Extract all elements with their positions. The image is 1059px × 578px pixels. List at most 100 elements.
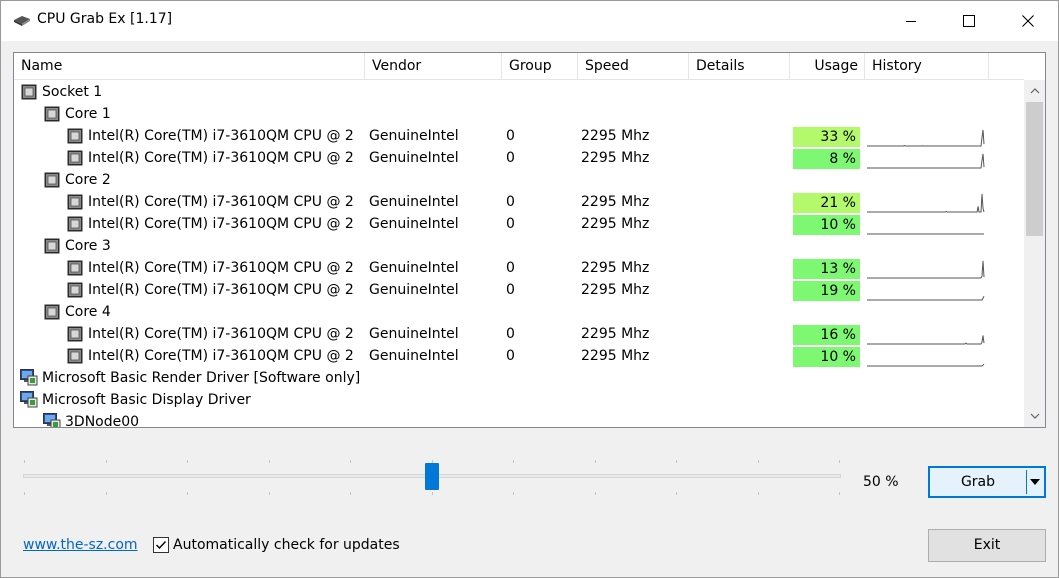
website-link[interactable]: www.the-sz.com: [23, 537, 138, 553]
usage-cell: 21 %: [793, 193, 860, 213]
usage-cell: 8 %: [793, 149, 860, 169]
tree-row[interactable]: Core 1: [14, 103, 1024, 125]
history-line: [867, 335, 985, 345]
split-divider: [1026, 470, 1027, 494]
history-sparkline: [867, 233, 984, 235]
list-header: Name Vendor Group Speed Details Usage Hi…: [14, 53, 1024, 80]
grab-split-button[interactable]: Grab: [928, 466, 1046, 498]
tree-row[interactable]: Core 3: [14, 235, 1024, 257]
exit-button[interactable]: Exit: [928, 529, 1046, 562]
slider-tick: [350, 492, 351, 495]
history-sparkline: [867, 129, 985, 147]
vertical-scrollbar[interactable]: [1024, 80, 1045, 427]
column-header-history[interactable]: History: [865, 53, 989, 79]
slider-tick: [839, 492, 840, 495]
slider-tick: [676, 460, 677, 463]
row-speed: 2295 Mhz: [581, 260, 650, 276]
auto-update-label[interactable]: Automatically check for updates: [173, 537, 400, 553]
close-icon: [1022, 15, 1034, 27]
column-header-name[interactable]: Name: [14, 53, 365, 79]
grab-button[interactable]: Grab: [930, 468, 1026, 496]
row-speed: 2295 Mhz: [581, 128, 650, 144]
cpu-icon: [44, 106, 60, 122]
auto-update-checkbox[interactable]: [153, 537, 169, 553]
history-sparkline: [867, 335, 985, 345]
row-name: Intel(R) Core(TM) i7-3610QM CPU @ 2....: [88, 348, 354, 364]
app-window: CPU Grab Ex [1.17] Name Vendor Group Spe…: [0, 0, 1059, 578]
slider-tick: [105, 460, 107, 463]
minimize-button[interactable]: [888, 1, 934, 41]
row-group: 0: [506, 194, 515, 210]
history-line: [867, 153, 985, 169]
usage-cell: 16 %: [793, 325, 860, 345]
row-name: Microsoft Basic Display Driver: [42, 392, 251, 408]
tree-row[interactable]: Intel(R) Core(TM) i7-3610QM CPU @ 2.... G…: [14, 125, 1024, 147]
cpu-icon: [67, 326, 83, 342]
row-name: Core 4: [65, 304, 111, 320]
slider-tick: [187, 492, 188, 495]
slider-tick: [676, 492, 677, 495]
row-name: Intel(R) Core(TM) i7-3610QM CPU @ 2....: [88, 260, 354, 276]
tree-row[interactable]: 3DNode00: [14, 411, 1024, 428]
tree-row[interactable]: Core 4: [14, 301, 1024, 323]
slider-tick: [757, 460, 759, 463]
dropdown-arrow-icon[interactable]: [1030, 479, 1040, 485]
column-header-details[interactable]: Details: [689, 53, 790, 79]
slider-tick: [24, 460, 25, 463]
tree-row[interactable]: Intel(R) Core(TM) i7-3610QM CPU @ 2.... G…: [14, 279, 1024, 301]
minimize-icon: [906, 21, 916, 22]
scroll-thumb[interactable]: [1026, 102, 1043, 236]
history-line: [867, 193, 985, 213]
tree-row[interactable]: Intel(R) Core(TM) i7-3610QM CPU @ 2.... G…: [14, 213, 1024, 235]
column-header-speed[interactable]: Speed: [578, 53, 689, 79]
tree-row[interactable]: Microsoft Basic Display Driver: [14, 389, 1024, 411]
cpu-icon: [44, 304, 60, 320]
column-header-usage[interactable]: Usage: [790, 53, 865, 79]
slider-tick: [268, 460, 270, 463]
scroll-down-button[interactable]: [1024, 407, 1045, 424]
row-name: Intel(R) Core(TM) i7-3610QM CPU @ 2....: [88, 150, 354, 166]
row-name: 3DNode00: [65, 414, 140, 428]
row-name: Intel(R) Core(TM) i7-3610QM CPU @ 2....: [88, 216, 354, 232]
row-vendor: GenuineIntel: [369, 348, 459, 364]
chevron-down-icon: [1030, 413, 1039, 419]
row-name: Core 2: [65, 172, 111, 188]
row-name: Intel(R) Core(TM) i7-3610QM CPU @ 2....: [88, 128, 354, 144]
priority-slider[interactable]: [21, 456, 843, 500]
row-group: 0: [506, 348, 515, 364]
row-vendor: GenuineIntel: [369, 260, 459, 276]
column-header-vendor[interactable]: Vendor: [365, 53, 502, 79]
row-name: Intel(R) Core(TM) i7-3610QM CPU @ 2....: [88, 194, 354, 210]
slider-thumb[interactable]: [424, 463, 439, 490]
checkmark-icon: [156, 541, 167, 550]
tree-row[interactable]: Intel(R) Core(TM) i7-3610QM CPU @ 2.... G…: [14, 323, 1024, 345]
row-name: Intel(R) Core(TM) i7-3610QM CPU @ 2....: [88, 282, 354, 298]
row-name: Core 3: [65, 238, 111, 254]
row-details: [692, 279, 782, 301]
tree-row[interactable]: Core 2: [14, 169, 1024, 191]
slider-tick: [594, 492, 596, 495]
device-tree-list[interactable]: Name Vendor Group Speed Details Usage Hi…: [13, 52, 1046, 428]
maximize-button[interactable]: [946, 1, 992, 41]
close-button[interactable]: [1005, 1, 1051, 41]
row-group: 0: [506, 150, 515, 166]
tree-row[interactable]: Intel(R) Core(TM) i7-3610QM CPU @ 2.... G…: [14, 191, 1024, 213]
usage-cell: 13 %: [793, 259, 860, 279]
title-bar[interactable]: CPU Grab Ex [1.17]: [1, 1, 1058, 41]
tree-row[interactable]: Intel(R) Core(TM) i7-3610QM CPU @ 2.... G…: [14, 345, 1024, 367]
scroll-up-button[interactable]: [1024, 82, 1045, 99]
history-sparkline: [867, 295, 985, 301]
tree-row[interactable]: Socket 1: [14, 81, 1024, 103]
column-header-group[interactable]: Group: [502, 53, 578, 79]
cpu-icon: [67, 348, 83, 364]
tree-row[interactable]: Intel(R) Core(TM) i7-3610QM CPU @ 2.... G…: [14, 147, 1024, 169]
row-vendor: GenuineIntel: [369, 150, 459, 166]
monitor-icon: [20, 369, 38, 386]
slider-tick: [350, 460, 351, 463]
tree-row[interactable]: Microsoft Basic Render Driver [Software …: [14, 367, 1024, 389]
row-vendor: GenuineIntel: [369, 282, 459, 298]
row-speed: 2295 Mhz: [581, 194, 650, 210]
chip-icon: [14, 16, 30, 26]
row-group: 0: [506, 128, 515, 144]
tree-row[interactable]: Intel(R) Core(TM) i7-3610QM CPU @ 2.... G…: [14, 257, 1024, 279]
